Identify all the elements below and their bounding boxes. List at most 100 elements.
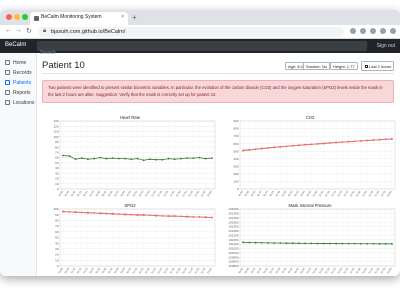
data-point	[111, 213, 114, 216]
brand-logo[interactable]: BeCalm	[5, 42, 26, 48]
bookmark-icon[interactable]	[350, 28, 356, 34]
profile-icon[interactable]	[380, 28, 386, 34]
data-point	[298, 242, 300, 245]
data-point	[62, 154, 64, 157]
data-point	[136, 214, 139, 217]
y-tick-label: 40	[55, 241, 59, 245]
data-point	[316, 242, 319, 245]
extensions-icon[interactable]	[360, 28, 366, 34]
sidebar: Home Records Patients Reports Locations	[0, 53, 37, 276]
new-tab-button[interactable]: +	[132, 13, 137, 22]
sidebar-item-label: Home	[13, 59, 27, 66]
minimize-window-button[interactable]	[14, 14, 20, 20]
browser-tab[interactable]: BeCalm Monitoring System ×	[30, 12, 128, 25]
data-point	[341, 242, 344, 245]
similarity-alert: Two patients were identified to present …	[42, 80, 394, 103]
sidebar-item-label: Locations	[13, 99, 35, 106]
data-point	[204, 216, 207, 219]
sidebar-item-patients[interactable]: Patients	[3, 78, 36, 87]
y-tick-label: 800	[233, 127, 238, 131]
chart-canvas: 010020030040050060070080090011:00 11:05 11…	[233, 119, 396, 197]
data-point	[80, 157, 83, 160]
data-point	[372, 139, 375, 142]
y-tick-label: 100900	[228, 260, 238, 264]
tab-close-icon[interactable]: ×	[121, 14, 124, 20]
y-tick-label: 101300	[228, 225, 238, 229]
y-tick-label: 500	[233, 149, 238, 153]
co2-chart: CO2 0 100 200 300 400 500 600 700 800 900 11:00 11:…	[222, 115, 398, 199]
sign-out-link[interactable]: Sign out	[377, 43, 395, 49]
data-point	[62, 210, 64, 213]
y-tick-label: 101350	[228, 220, 238, 224]
data-point	[242, 149, 244, 152]
y-tick-label: 101200	[228, 233, 238, 237]
data-point	[198, 156, 201, 159]
y-tick-label: 90	[55, 140, 59, 144]
y-tick-label: 100	[233, 180, 238, 184]
data-point	[105, 157, 108, 160]
data-point	[378, 242, 381, 245]
data-point	[329, 142, 331, 144]
data-point	[87, 158, 89, 161]
time-range-button[interactable]: Last 2 hours	[361, 61, 394, 71]
sidebar-item-home[interactable]: Home	[3, 58, 36, 67]
data-point	[391, 242, 393, 245]
data-point	[118, 213, 120, 216]
data-point	[254, 148, 257, 151]
data-point	[298, 144, 300, 147]
data-point	[260, 241, 263, 244]
tab-strip: BeCalm Monitoring System × +	[0, 10, 400, 25]
address-bar[interactable]: 🔒︎ bjasuih.com.github.io/BeCalm/	[38, 27, 344, 37]
data-point	[186, 157, 189, 160]
data-point	[118, 157, 120, 160]
x-tick-label: 13:00	[206, 189, 213, 197]
y-tick-label: 10	[55, 182, 59, 186]
reload-button[interactable]: ↻	[26, 27, 32, 35]
data-point	[353, 242, 356, 245]
sidebar-item-locations[interactable]: Locations	[3, 98, 36, 107]
data-point	[273, 146, 275, 149]
y-tick-label: 60	[55, 156, 59, 160]
maximize-window-button[interactable]	[22, 14, 28, 20]
y-tick-label: 101400	[228, 216, 238, 220]
tab-title: BeCalm Monitoring System	[41, 14, 102, 20]
y-tick-label: 60	[55, 230, 59, 234]
data-point	[291, 145, 294, 147]
heart-rate-chart: Heart Rate 0 10 20 30 40 50 60 70 80 90 100 110 120 1…	[42, 115, 218, 199]
downloads-icon[interactable]	[370, 28, 376, 34]
menu-icon[interactable]	[390, 28, 396, 34]
close-window-button[interactable]	[6, 14, 12, 20]
y-tick-label: 20	[55, 177, 59, 181]
y-tick-label: 100	[53, 135, 58, 139]
y-tick-label: 101500	[228, 207, 238, 211]
data-point	[211, 216, 213, 219]
back-button[interactable]: ←	[5, 27, 12, 34]
data-point	[149, 214, 151, 217]
x-tick-label: 13:00	[206, 266, 213, 274]
data-point	[198, 216, 201, 218]
data-point	[273, 242, 275, 244]
data-point	[173, 158, 176, 161]
data-point	[74, 211, 77, 214]
data-point	[378, 138, 381, 141]
y-tick-label: 50	[55, 236, 59, 240]
data-point	[322, 242, 325, 245]
y-tick-label: 40	[55, 166, 59, 170]
data-point	[180, 215, 182, 218]
data-point	[310, 143, 313, 146]
sidebar-item-records[interactable]: Records	[3, 68, 36, 77]
data-point	[130, 213, 133, 216]
data-point	[124, 157, 126, 160]
data-point	[68, 210, 71, 213]
y-tick-label: 30	[55, 171, 59, 175]
data-point	[161, 158, 164, 161]
y-tick-label: 70	[55, 224, 59, 228]
y-tick-label: 30	[55, 247, 59, 251]
forward-button[interactable]: →	[15, 27, 22, 34]
y-tick-label: 10	[55, 258, 59, 262]
y-tick-label: 90	[55, 213, 59, 217]
sidebar-item-reports[interactable]: Reports	[3, 88, 36, 97]
data-point	[124, 213, 126, 216]
y-tick-label: 101100	[229, 242, 239, 246]
data-point	[80, 211, 83, 214]
